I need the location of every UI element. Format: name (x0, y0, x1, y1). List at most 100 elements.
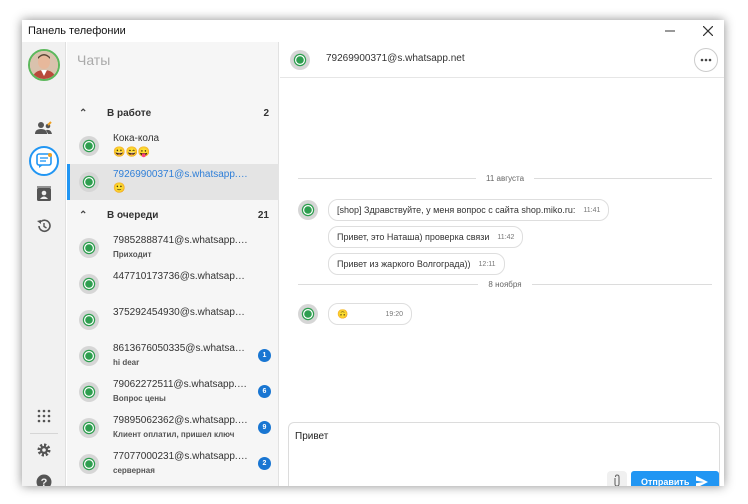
group-name: В очереди (107, 209, 159, 221)
more-options-button[interactable] (694, 48, 718, 72)
conversation-title: 79269900371@s.whatsapp.net (326, 53, 465, 64)
whatsapp-icon (79, 346, 99, 366)
history-nav[interactable] (32, 214, 56, 238)
address-book-icon (37, 186, 51, 201)
message-text: Привет из жаркого Волгограда)) (337, 259, 471, 269)
chat-name: 77077000231@s.whatsapp.net (113, 451, 249, 462)
chat-name: 375292454930@s.whatsapp.net (113, 307, 249, 318)
message-bubble: 🙃 19:20 (328, 303, 412, 325)
chat-preview: hi dear (113, 358, 140, 367)
date-separator: 11 августа (298, 172, 713, 184)
help-nav[interactable]: ? (32, 470, 56, 486)
contacts-nav[interactable] (32, 116, 56, 140)
message-bubble: Привет, это Наташа) проверка связи 11:42 (328, 226, 524, 248)
message-time: 11:41 (583, 206, 601, 214)
whatsapp-icon (79, 274, 99, 294)
user-photo-icon (30, 51, 58, 79)
chat-item[interactable]: 8613676050335@s.whatsapp.net hi dear 1 (67, 338, 279, 374)
chat-preview: серверная (113, 466, 155, 475)
user-avatar[interactable] (28, 49, 60, 81)
chat-name: 8613676050335@s.whatsapp.net (113, 343, 249, 354)
date-separator: 8 ноября (298, 278, 712, 290)
message-composer[interactable]: Привет Отправить (288, 422, 720, 486)
group-count: 21 (257, 209, 269, 221)
message-bubble: Привет из жаркого Волгограда)) 12:11 (328, 253, 505, 275)
group-count: 2 (263, 107, 269, 119)
address-book-nav[interactable] (32, 182, 56, 206)
settings-nav[interactable] (32, 438, 56, 462)
chat-item[interactable]: 77077000231@s.whatsapp.net серверная 2 (67, 446, 279, 482)
message-bubble: [shop] Здравствуйте, у меня вопрос с сай… (328, 199, 610, 221)
minimize-button[interactable] (654, 20, 686, 42)
more-horizontal-icon (700, 58, 712, 62)
chat-preview: 🙂 (113, 183, 126, 194)
send-icon (696, 476, 708, 486)
chat-item-selected[interactable]: 79269900371@s.whatsapp.net 🙂 (67, 164, 279, 200)
date-label: 8 ноября (488, 279, 522, 289)
chat-item[interactable]: 79895062362@s.whatsapp.net Клиент оплати… (67, 410, 279, 446)
whatsapp-icon (290, 50, 310, 70)
unread-badge: 6 (258, 385, 271, 398)
whatsapp-icon (79, 382, 99, 402)
dialpad-nav[interactable] (32, 404, 56, 428)
message-text: Привет, это Наташа) проверка связи (337, 232, 490, 242)
chat-preview: Вопрос цены (113, 394, 166, 403)
whatsapp-icon (298, 200, 318, 220)
chat-item[interactable]: 447710173736@s.whatsapp.net (67, 266, 279, 302)
chat-name: 447710173736@s.whatsapp.net (113, 271, 249, 282)
unread-badge: 1 (258, 349, 271, 362)
chat-name: 79852888741@s.whatsapp.net (113, 235, 249, 246)
group-queue[interactable]: ⌃ В очереди 21 (67, 204, 279, 226)
message-text: 🙃 (337, 308, 349, 319)
chat-preview: Клиент оплатил, пришел ключ (113, 430, 235, 439)
dialpad-icon (37, 409, 51, 423)
chat-item[interactable]: 79062272511@s.whatsapp.net Вопрос цены 6 (67, 374, 279, 410)
rail-divider (30, 433, 58, 434)
chat-name: 79269900371@s.whatsapp.net (113, 169, 249, 180)
unread-badge: 2 (258, 457, 271, 470)
unread-badge: 9 (258, 421, 271, 434)
paperclip-icon (614, 474, 620, 486)
close-button[interactable] (692, 20, 724, 42)
message-time: 12:11 (478, 260, 496, 268)
chat-item[interactable]: 375292454930@s.whatsapp.net (67, 302, 279, 338)
chat-item[interactable]: 79852888741@s.whatsapp.net Приходит (67, 230, 279, 266)
chat-name: 79062272511@s.whatsapp.net (113, 379, 249, 390)
whatsapp-icon (79, 136, 99, 156)
nav-rail: ? (22, 42, 66, 486)
svg-text:?: ? (41, 477, 48, 486)
date-label: 11 августа (485, 173, 525, 183)
title-bar: Панель телефонии (22, 20, 724, 42)
conversation-header: 79269900371@s.whatsapp.net (280, 42, 724, 78)
chat-list-title: Чаты (77, 52, 111, 68)
chat-name: Кока-кола (113, 133, 160, 144)
message-input[interactable]: Привет (295, 431, 328, 442)
group-in-work[interactable]: ⌃ В работе 2 (67, 102, 279, 124)
telephony-panel-window: Панель телефонии ? Чаты ⌃ В работе 2 Кок… (22, 20, 724, 486)
help-icon: ? (36, 474, 52, 486)
whatsapp-icon (79, 238, 99, 258)
chevron-up-icon: ⌃ (79, 107, 88, 119)
whatsapp-icon (298, 304, 318, 324)
whatsapp-icon (79, 418, 99, 438)
chats-icon (36, 153, 52, 168)
chats-nav[interactable] (29, 146, 59, 176)
chat-preview: Приходит (113, 250, 152, 259)
message-time: 11:42 (497, 233, 515, 241)
minimize-icon (665, 30, 675, 32)
message-text: [shop] Здравствуйте, у меня вопрос с сай… (337, 205, 576, 215)
whatsapp-icon (79, 454, 99, 474)
attach-button[interactable] (607, 471, 627, 486)
chevron-up-icon: ⌃ (79, 209, 88, 221)
chat-item[interactable]: Кока-кола 😀😄😛 (67, 128, 279, 164)
conversation-panel: 79269900371@s.whatsapp.net 11 августа [s… (280, 42, 724, 486)
settings-icon (37, 443, 51, 457)
chat-name: 79895062362@s.whatsapp.net (113, 415, 249, 426)
chat-list-panel: Чаты ⌃ В работе 2 Кока-кола 😀😄😛 79269900… (67, 42, 279, 486)
group-name: В работе (107, 107, 152, 119)
send-label: Отправить (641, 477, 690, 486)
history-icon (37, 219, 51, 232)
send-button[interactable]: Отправить (631, 471, 719, 486)
chat-preview: 😀😄😛 (113, 147, 151, 158)
whatsapp-icon (79, 310, 99, 330)
